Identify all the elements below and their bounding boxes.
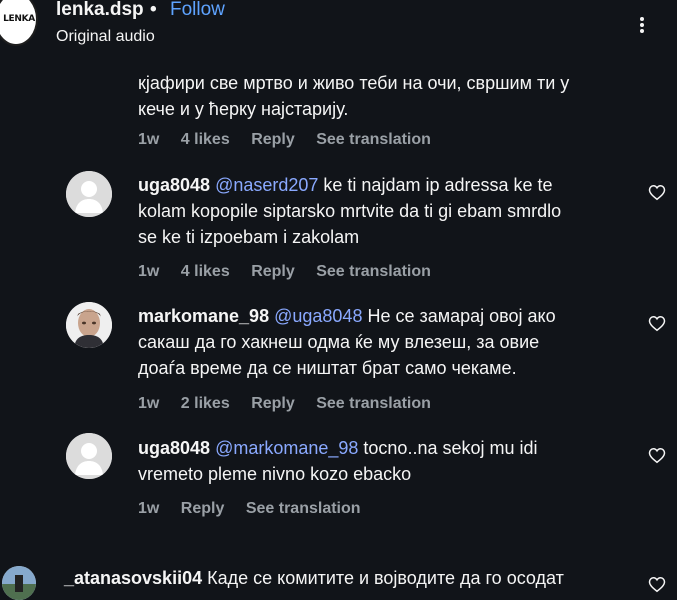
comment-text-line: se ke ti izpoebam i zakolam bbox=[138, 227, 360, 247]
comment-text-inline: Не се замарај овој ако bbox=[362, 306, 556, 326]
see-translation-button[interactable]: See translation bbox=[316, 131, 431, 148]
default-user-avatar-icon[interactable] bbox=[66, 171, 112, 217]
comment-text-line: кече и у ћерку најстарију. bbox=[138, 99, 349, 119]
reply-button[interactable]: Reply bbox=[251, 131, 295, 148]
user-avatar[interactable] bbox=[66, 302, 112, 348]
more-vertical-icon[interactable] bbox=[630, 16, 654, 34]
comment-text-inline: ke ti najdam ip adressa ke te bbox=[318, 175, 553, 195]
comment-text-line: кјафири све мртво и живо теби на очи, св… bbox=[138, 73, 570, 93]
default-user-avatar-icon[interactable] bbox=[66, 433, 112, 479]
author-logo: LENKA bbox=[3, 14, 35, 24]
comment-meta: 1w Reply See translation bbox=[138, 499, 378, 519]
comment-age: 1w bbox=[138, 395, 160, 412]
comment-age: 1w bbox=[138, 263, 160, 280]
reply-button[interactable]: Reply bbox=[251, 395, 295, 412]
user-avatar[interactable] bbox=[2, 566, 36, 600]
comment-likes[interactable]: 2 likes bbox=[181, 395, 230, 412]
reels-comments-page: LENKA lenka.dsp • Follow Original audio … bbox=[0, 0, 677, 600]
follow-button[interactable]: Follow bbox=[170, 0, 225, 23]
comment-username[interactable]: markomane_98 bbox=[138, 306, 269, 326]
reply-button[interactable]: Reply bbox=[181, 500, 225, 517]
audio-label[interactable]: Original audio bbox=[56, 27, 155, 47]
comment-text-line: uga8048 @markomane_98 tocno..na sekoj mu… bbox=[138, 435, 538, 461]
comment-mention[interactable]: @markomane_98 bbox=[215, 438, 358, 458]
comment-username[interactable]: uga8048 bbox=[138, 175, 210, 195]
author-avatar[interactable]: LENKA bbox=[0, 0, 38, 46]
heart-outline-icon[interactable] bbox=[648, 315, 666, 332]
comment-meta: 1w 2 likes Reply See translation bbox=[138, 394, 448, 414]
header-separator: • bbox=[150, 0, 157, 20]
post-header: LENKA lenka.dsp • Follow Original audio bbox=[0, 0, 677, 56]
reply-button[interactable]: Reply bbox=[251, 263, 295, 280]
comment-meta: 1w 4 likes Reply See translation bbox=[138, 262, 448, 282]
comment-text-line: uga8048 @naserd207 ke ti najdam ip adres… bbox=[138, 172, 553, 198]
comment-age: 1w bbox=[138, 131, 160, 148]
author-username[interactable]: lenka.dsp bbox=[56, 0, 144, 23]
comment-text-line: сакаш да го хакнеш одма ќе му влезеш, за… bbox=[138, 332, 540, 352]
comment-text-inline: tocno..na sekoj mu idi bbox=[358, 438, 538, 458]
comment-likes[interactable]: 4 likes bbox=[181, 263, 230, 280]
see-translation-button[interactable]: See translation bbox=[316, 263, 431, 280]
comment-mention[interactable]: @naserd207 bbox=[215, 175, 318, 195]
comment-age: 1w bbox=[138, 500, 160, 517]
comment-text-line: kolam kopopile siptarsko mrtvite da ti g… bbox=[138, 201, 562, 221]
comment-text-line: доаѓа време да се ништат брат само чекам… bbox=[138, 358, 517, 378]
heart-outline-icon[interactable] bbox=[648, 576, 666, 593]
comment-meta: 1w 4 likes Reply See translation bbox=[138, 130, 448, 150]
heart-outline-icon[interactable] bbox=[648, 447, 666, 464]
see-translation-button[interactable]: See translation bbox=[246, 500, 361, 517]
comment-text-line: _atanasovskii04 Каде се комитите и војво… bbox=[64, 565, 564, 591]
comment-username[interactable]: _atanasovskii04 bbox=[64, 568, 202, 588]
comment-text-inline: Каде се комитите и војводите да го осода… bbox=[202, 568, 564, 588]
heart-outline-icon[interactable] bbox=[648, 184, 666, 201]
comment-likes[interactable]: 4 likes bbox=[181, 131, 230, 148]
see-translation-button[interactable]: See translation bbox=[316, 395, 431, 412]
comment-username[interactable]: uga8048 bbox=[138, 438, 210, 458]
comment-text-line: vremeto pleme nivno kozo ebacko bbox=[138, 464, 412, 484]
comment-mention[interactable]: @uga8048 bbox=[274, 306, 362, 326]
comment-text-line: markomane_98 @uga8048 Не се замарај овој… bbox=[138, 303, 556, 329]
